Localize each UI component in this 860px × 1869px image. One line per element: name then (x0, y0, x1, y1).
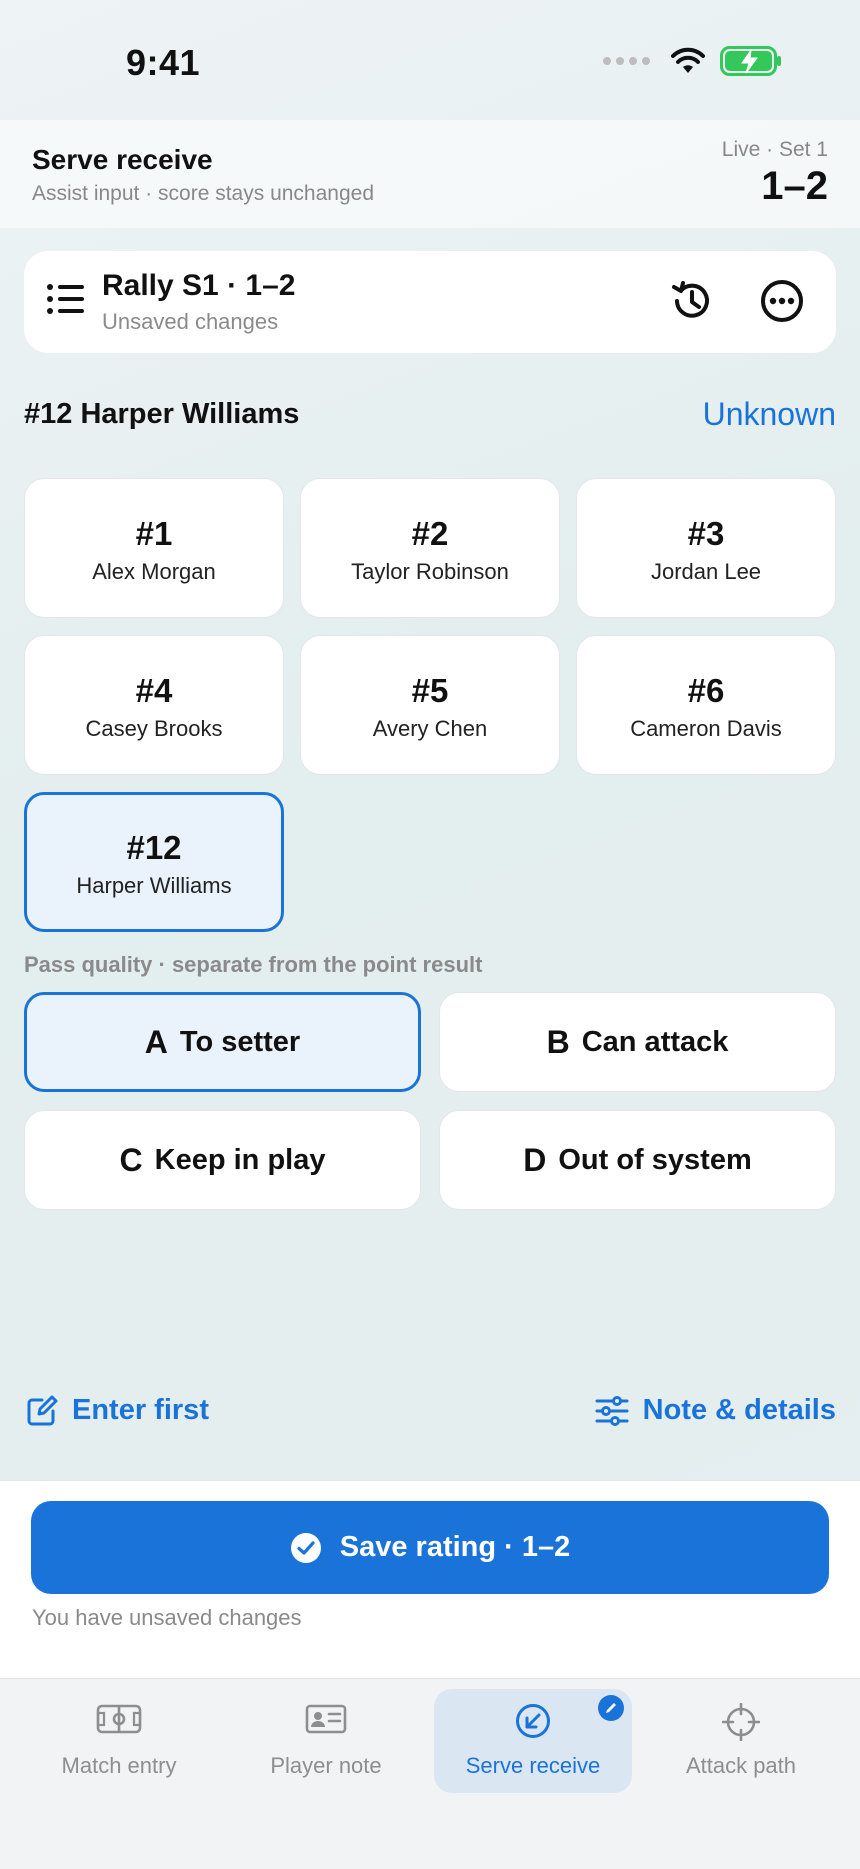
pass-letter: C (119, 1141, 143, 1178)
player-name: Casey Brooks (85, 716, 223, 741)
status-bar: 9:41 (0, 0, 860, 120)
tab-match-entry[interactable]: Match entry (20, 1689, 218, 1793)
enter-first-label: Enter first (72, 1394, 209, 1426)
pass-quality-label: Pass quality · separate from the point r… (24, 952, 483, 977)
more-options-icon[interactable] (758, 277, 806, 325)
player-name: Taylor Robinson (351, 559, 509, 584)
tab-label: Player note (270, 1753, 382, 1778)
player-card-4[interactable]: #4 Casey Brooks (24, 635, 284, 775)
status-icons (603, 46, 782, 76)
player-card-6[interactable]: #6 Cameron Davis (576, 635, 836, 775)
pass-text: Can attack (581, 1025, 729, 1058)
screen-title: Serve receive (32, 144, 213, 175)
receive-arrow-icon (516, 1704, 550, 1738)
save-rating-button[interactable]: Save rating · 1–2 (31, 1501, 829, 1594)
selected-player-label: #12 Harper Williams (24, 398, 300, 430)
wifi-icon (671, 47, 705, 73)
tab-attack-path[interactable]: Attack path (642, 1689, 840, 1793)
court-icon (96, 1704, 142, 1734)
battery-charging-icon (720, 46, 781, 76)
player-name: Alex Morgan (92, 559, 216, 584)
pass-text: Keep in play (154, 1143, 326, 1176)
tab-label: Attack path (685, 1753, 797, 1778)
save-panel: Save rating · 1–2 You have unsaved chang… (0, 1480, 860, 1678)
player-name: Harper Williams (76, 873, 232, 898)
player-number: #12 (126, 829, 182, 866)
save-rating-label: Save rating · 1–2 (339, 1531, 571, 1563)
player-number: #1 (135, 515, 173, 552)
edit-icon (27, 1395, 58, 1425)
list-icon[interactable] (46, 281, 86, 317)
pass-text: Out of system (558, 1143, 752, 1176)
unsaved-changes-note: You have unsaved changes (32, 1605, 302, 1630)
tab-serve-receive[interactable]: Serve receive (434, 1689, 632, 1793)
status-time: 9:41 (126, 42, 201, 83)
player-number: #5 (411, 672, 449, 709)
pass-text: To setter (179, 1025, 301, 1058)
player-name: Jordan Lee (650, 559, 762, 584)
pass-option-a[interactable]: A To setter (24, 992, 421, 1092)
tab-label: Match entry (61, 1753, 177, 1778)
player-card-5[interactable]: #5 Avery Chen (300, 635, 560, 775)
pass-letter: A (144, 1023, 168, 1060)
history-icon[interactable] (668, 277, 716, 325)
tab-label: Serve receive (465, 1753, 601, 1778)
pencil-icon (606, 1703, 616, 1713)
pass-letter: B (546, 1023, 570, 1060)
pass-option-d[interactable]: D Out of system (439, 1110, 836, 1210)
match-score: 1–2 (761, 164, 828, 208)
player-number: #4 (135, 672, 173, 709)
pass-letter: D (523, 1141, 547, 1178)
rally-title: Rally S1 · 1–2 (102, 269, 296, 302)
id-card-icon (305, 1704, 347, 1734)
player-card-1[interactable]: #1 Alex Morgan (24, 478, 284, 618)
rally-card: Rally S1 · 1–2 Unsaved changes (24, 251, 836, 353)
crosshair-icon (722, 1703, 760, 1741)
unknown-player-link[interactable]: Unknown (703, 396, 836, 433)
edited-badge (598, 1695, 624, 1721)
sliders-icon (595, 1395, 629, 1426)
screen-header: Serve receive Assist input · score stays… (0, 120, 860, 228)
enter-first-button[interactable]: Enter first (26, 1394, 209, 1427)
player-number: #2 (411, 515, 449, 552)
player-number: #3 (687, 515, 725, 552)
player-name: Cameron Davis (630, 716, 782, 741)
note-details-label: Note & details (642, 1394, 836, 1426)
tab-bar: Match entry Player note Serve receive At… (0, 1678, 860, 1869)
screen-subtitle: Assist input · score stays unchanged (32, 182, 375, 205)
player-number: #6 (687, 672, 725, 709)
player-card-2[interactable]: #2 Taylor Robinson (300, 478, 560, 618)
tab-player-note[interactable]: Player note (227, 1689, 425, 1793)
player-name: Avery Chen (372, 716, 488, 741)
player-card-3[interactable]: #3 Jordan Lee (576, 478, 836, 618)
cellular-signal-icon (603, 57, 650, 65)
pass-option-c[interactable]: C Keep in play (24, 1110, 421, 1210)
pass-option-b[interactable]: B Can attack (439, 992, 836, 1092)
player-card-12[interactable]: #12 Harper Williams (24, 792, 284, 932)
note-details-button[interactable]: Note & details (595, 1394, 836, 1427)
check-circle-icon (290, 1532, 321, 1563)
rally-status: Unsaved changes (102, 309, 279, 334)
live-set-indicator: Live · Set 1 (721, 138, 828, 161)
